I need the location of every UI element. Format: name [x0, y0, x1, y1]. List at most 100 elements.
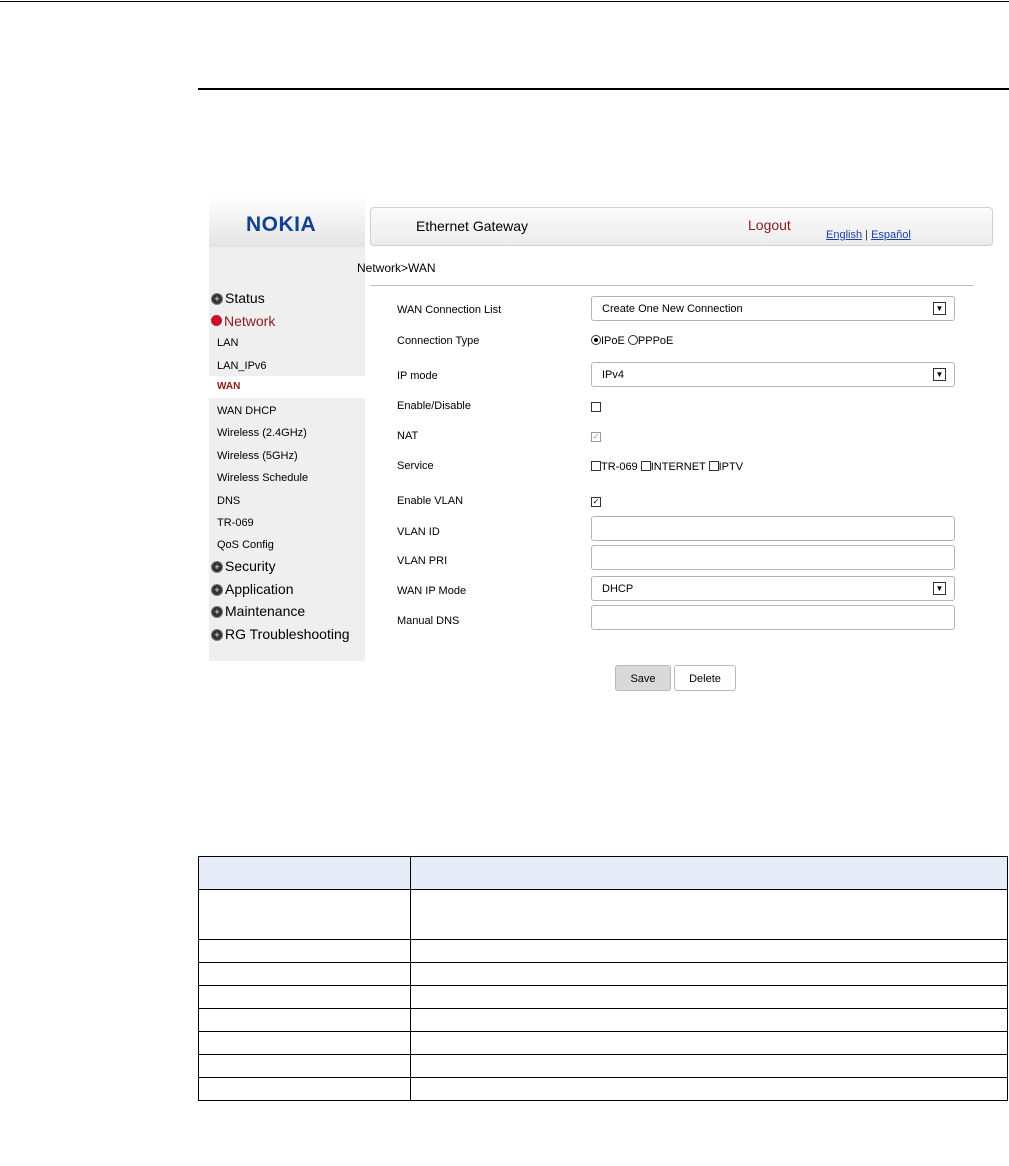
service-options: TR-069 INTERNET IPTV [591, 461, 743, 473]
lang-separator: | [865, 229, 868, 241]
save-button[interactable]: Save [615, 665, 671, 691]
ip-mode-label: IP mode [397, 370, 438, 382]
minus-circle-icon [211, 315, 222, 326]
nokia-logo: NOKIA [246, 213, 317, 236]
wan-connection-list-select[interactable]: Create One New Connection ▼ [591, 296, 955, 321]
sidebar-item-application[interactable]: + Application [209, 581, 367, 597]
table-cell [198, 889, 411, 940]
table-row [198, 985, 1008, 1009]
english-link[interactable]: English [826, 229, 862, 241]
logo-box: NOKIA [209, 195, 365, 247]
sidebar: + Status Network LAN LAN_IPv6 WAN WAN DHC… [209, 247, 373, 661]
table-cell [198, 985, 411, 1009]
sidebar-item-status[interactable]: + Status [209, 290, 367, 306]
spanish-link[interactable]: Español [871, 229, 911, 241]
ipoe-radio[interactable] [591, 335, 601, 345]
sidebar-item-wan[interactable]: WAN [209, 376, 373, 398]
wan-ip-mode-label: WAN IP Mode [397, 585, 467, 597]
plus-circle-icon: + [211, 584, 223, 596]
tr069-label: TR-069 [601, 461, 638, 473]
chevron-down-icon: ▼ [933, 368, 946, 381]
sidebar-item-wan-dhcp[interactable]: WAN DHCP [209, 405, 373, 417]
table-cell [198, 1008, 411, 1032]
sidebar-item-wireless-schedule[interactable]: Wireless Schedule [209, 472, 373, 484]
table-row [198, 939, 1008, 963]
table-cell [198, 939, 411, 963]
chevron-down-icon: ▼ [933, 302, 946, 315]
sidebar-item-rg-troubleshooting[interactable]: + RG Troubleshooting [209, 626, 367, 642]
table-row [198, 1054, 1008, 1078]
iptv-label: IPTV [718, 461, 744, 473]
top-rule [0, 1, 1009, 2]
router-screenshot: NOKIA Ethernet Gateway Logout English | … [209, 195, 1009, 695]
manual-dns-label: Manual DNS [397, 615, 460, 627]
sidebar-item-qos-config[interactable]: QoS Config [209, 539, 373, 551]
table-header-row [198, 856, 1008, 890]
internet-checkbox[interactable] [640, 461, 651, 471]
sidebar-item-wireless-5ghz[interactable]: Wireless (5GHz) [209, 450, 373, 462]
sidebar-item-dns[interactable]: DNS [209, 495, 373, 507]
table-row [198, 1008, 1008, 1032]
pppoe-radio[interactable] [627, 335, 638, 345]
vlan-pri-label: VLAN PRI [397, 555, 448, 567]
gateway-title: Ethernet Gateway [416, 218, 529, 234]
plus-circle-icon: + [211, 561, 223, 573]
tr069-checkbox[interactable] [591, 461, 601, 471]
plus-circle-icon: + [211, 629, 223, 641]
table-cell [198, 1077, 411, 1101]
sidebar-item-maintenance[interactable]: + Maintenance [209, 603, 367, 619]
nat-label: NAT [397, 430, 419, 442]
table-cell [198, 962, 411, 986]
breadcrumb: Network>WAN [357, 261, 436, 275]
connection-type-group: IPoE PPPoE [591, 335, 673, 347]
table-row [198, 1031, 1008, 1055]
table-cell [198, 1054, 411, 1078]
table-header-cell [198, 856, 411, 890]
sidebar-item-lan[interactable]: LAN [209, 337, 373, 349]
table-cell [410, 1008, 1008, 1032]
enable-vlan-checkbox[interactable]: ✓ [591, 497, 601, 507]
table-row [198, 889, 1008, 940]
ip-mode-value: IPv4 [602, 369, 625, 381]
sidebar-item-wireless-24ghz[interactable]: Wireless (2.4GHz) [209, 427, 373, 439]
sidebar-item-lan-ipv6[interactable]: LAN_IPv6 [209, 360, 373, 372]
sidebar-item-network[interactable]: Network [209, 313, 367, 329]
sidebar-item-tr069[interactable]: TR-069 [209, 517, 373, 529]
table-cell [410, 985, 1008, 1009]
wan-connection-list-label: WAN Connection List [397, 304, 502, 316]
ip-mode-select[interactable]: IPv4 ▼ [591, 362, 955, 387]
iptv-checkbox[interactable] [708, 461, 719, 471]
wan-connection-list-value: Create One New Connection [602, 303, 743, 315]
enable-disable-checkbox[interactable] [591, 402, 601, 412]
table-cell [410, 1031, 1008, 1055]
table-cell [410, 962, 1008, 986]
vlan-id-label: VLAN ID [397, 526, 440, 538]
wan-ip-mode-value: DHCP [602, 583, 634, 595]
vlan-id-input[interactable] [591, 516, 955, 541]
ipoe-label: IPoE [601, 335, 625, 347]
table-row [198, 1077, 1008, 1101]
wan-ip-mode-select[interactable]: DHCP ▼ [591, 576, 955, 601]
pppoe-label: PPPoE [637, 335, 674, 347]
logout-link[interactable]: Logout [748, 217, 791, 233]
sidebar-item-security[interactable]: + Security [209, 558, 367, 574]
nat-checkbox[interactable]: ✓ [591, 432, 601, 442]
table-cell [410, 889, 1008, 940]
table-cell [410, 1077, 1008, 1101]
table-cell [410, 939, 1008, 963]
header-bar: Ethernet Gateway Logout English | Españo… [370, 207, 993, 246]
parameter-table [198, 856, 1008, 1101]
section-rule [198, 88, 1009, 90]
vlan-pri-input[interactable] [591, 545, 955, 570]
language-switch: English | Español [826, 229, 911, 241]
table-cell [410, 1054, 1008, 1078]
delete-button[interactable]: Delete [674, 665, 736, 691]
plus-circle-icon: + [211, 606, 223, 618]
manual-dns-input[interactable] [591, 605, 955, 630]
plus-circle-icon: + [211, 293, 223, 305]
connection-type-label: Connection Type [397, 335, 480, 347]
table-row [198, 962, 1008, 986]
internet-label: INTERNET [650, 461, 706, 473]
table-header-cell [410, 856, 1008, 890]
chevron-down-icon: ▼ [933, 582, 946, 595]
